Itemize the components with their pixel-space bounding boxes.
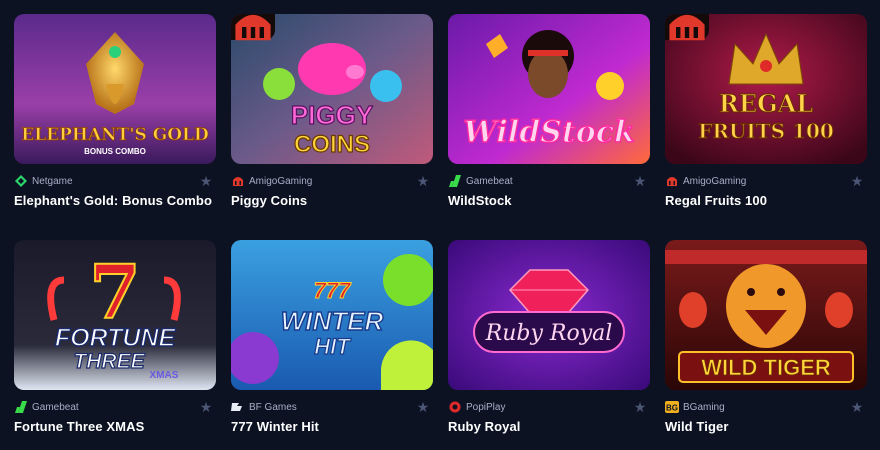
netgame-icon [14, 174, 28, 188]
game-card[interactable]: Ruby Royal PopiPlay ★ Ruby Royal [448, 240, 650, 434]
winter-hit-artwork: 777 WINTER HIT [231, 240, 433, 390]
art-title: WildStock [463, 115, 635, 150]
amigo-logo-icon [669, 14, 705, 41]
star-icon[interactable]: ★ [850, 174, 864, 188]
art-title: WILD TIGER [701, 355, 831, 380]
provider-name[interactable]: AmigoGaming [683, 176, 850, 187]
game-title[interactable]: Elephant's Gold: Bonus Combo [14, 193, 216, 208]
game-thumbnail[interactable]: 7 FORTUNE THREE XMAS [14, 240, 216, 390]
art-title: WINTER [281, 306, 384, 336]
star-icon[interactable]: ★ [199, 174, 213, 188]
game-title[interactable]: Ruby Royal [448, 419, 650, 434]
elephants-gold-artwork: ELEPHANT'S GOLD BONUS COMBO [14, 14, 216, 164]
popiplay-icon [448, 400, 462, 414]
live-badge [231, 14, 275, 41]
game-title[interactable]: 777 Winter Hit [231, 419, 433, 434]
gamebeat-icon [448, 174, 462, 188]
star-icon[interactable]: ★ [850, 400, 864, 414]
provider-name[interactable]: AmigoGaming [249, 176, 416, 187]
bfgames-icon [231, 400, 245, 414]
art-title: ELEPHANT'S GOLD [21, 125, 209, 145]
star-icon[interactable]: ★ [633, 400, 647, 414]
art-title: PIGGY [291, 100, 373, 130]
wildstock-artwork: WildStock [448, 14, 650, 164]
game-card[interactable]: REGAL FRUITS 100 AmigoGaming ★ Regal Fru… [665, 14, 867, 208]
gamebeat-icon [14, 400, 28, 414]
fortune-three-xmas-artwork: 7 FORTUNE THREE XMAS [14, 240, 216, 390]
art-subtitle: COINS [294, 131, 370, 158]
game-thumbnail[interactable]: ELEPHANT'S GOLD BONUS COMBO [14, 14, 216, 164]
art-subtitle: BONUS COMBO [84, 147, 146, 156]
game-thumbnail[interactable]: WildStock [448, 14, 650, 164]
games-grid: ELEPHANT'S GOLD BONUS COMBO Netgame ★ El… [0, 0, 880, 450]
game-thumbnail[interactable]: REGAL FRUITS 100 [665, 14, 867, 164]
provider-name[interactable]: PopiPlay [466, 402, 633, 413]
amigo-icon [231, 174, 245, 188]
ruby-royal-artwork: Ruby Royal [448, 240, 650, 390]
provider-name[interactable]: Netgame [32, 176, 199, 187]
game-thumbnail[interactable]: 777 WINTER HIT [231, 240, 433, 390]
art-subtitle-2: XMAS [150, 370, 179, 381]
bgaming-icon: BG [665, 400, 679, 414]
provider-name[interactable]: BGaming [683, 402, 850, 413]
live-badge [665, 14, 709, 41]
wild-tiger-artwork: WILD TIGER [665, 240, 867, 390]
game-card[interactable]: 7 FORTUNE THREE XMAS Gamebeat ★ Fortune … [14, 240, 216, 434]
art-number: 777 [314, 278, 352, 303]
star-icon[interactable]: ★ [416, 174, 430, 188]
game-title[interactable]: Piggy Coins [231, 193, 433, 208]
art-subtitle: FRUITS 100 [698, 119, 834, 143]
provider-name[interactable]: Gamebeat [466, 176, 633, 187]
game-title[interactable]: Wild Tiger [665, 419, 867, 434]
provider-name[interactable]: BF Games [249, 402, 416, 413]
game-thumbnail[interactable]: Ruby Royal [448, 240, 650, 390]
star-icon[interactable]: ★ [633, 174, 647, 188]
art-subtitle: HIT [314, 334, 351, 359]
game-title[interactable]: Fortune Three XMAS [14, 419, 216, 434]
provider-name[interactable]: Gamebeat [32, 402, 199, 413]
game-card[interactable]: 777 WINTER HIT BF Games ★ 777 Winter Hit [231, 240, 433, 434]
art-title: Ruby Royal [485, 321, 613, 346]
game-title[interactable]: WildStock [448, 193, 650, 208]
game-card[interactable]: WildStock Gamebeat ★ WildStock [448, 14, 650, 208]
game-card[interactable]: ELEPHANT'S GOLD BONUS COMBO Netgame ★ El… [14, 14, 216, 208]
amigo-icon [665, 174, 679, 188]
game-card[interactable]: PIGGY COINS AmigoGaming ★ Piggy Coins [231, 14, 433, 208]
star-icon[interactable]: ★ [199, 400, 213, 414]
game-thumbnail[interactable]: PIGGY COINS [231, 14, 433, 164]
art-title: REGAL [719, 89, 813, 118]
star-icon[interactable]: ★ [416, 400, 430, 414]
game-thumbnail[interactable]: WILD TIGER [665, 240, 867, 390]
game-card[interactable]: WILD TIGER BG BGaming ★ Wild Tiger [665, 240, 867, 434]
amigo-logo-icon [235, 14, 271, 41]
art-subtitle: THREE [73, 350, 145, 373]
svg-text:BG: BG [666, 404, 678, 413]
game-title[interactable]: Regal Fruits 100 [665, 193, 867, 208]
art-title: FORTUNE [55, 324, 177, 352]
